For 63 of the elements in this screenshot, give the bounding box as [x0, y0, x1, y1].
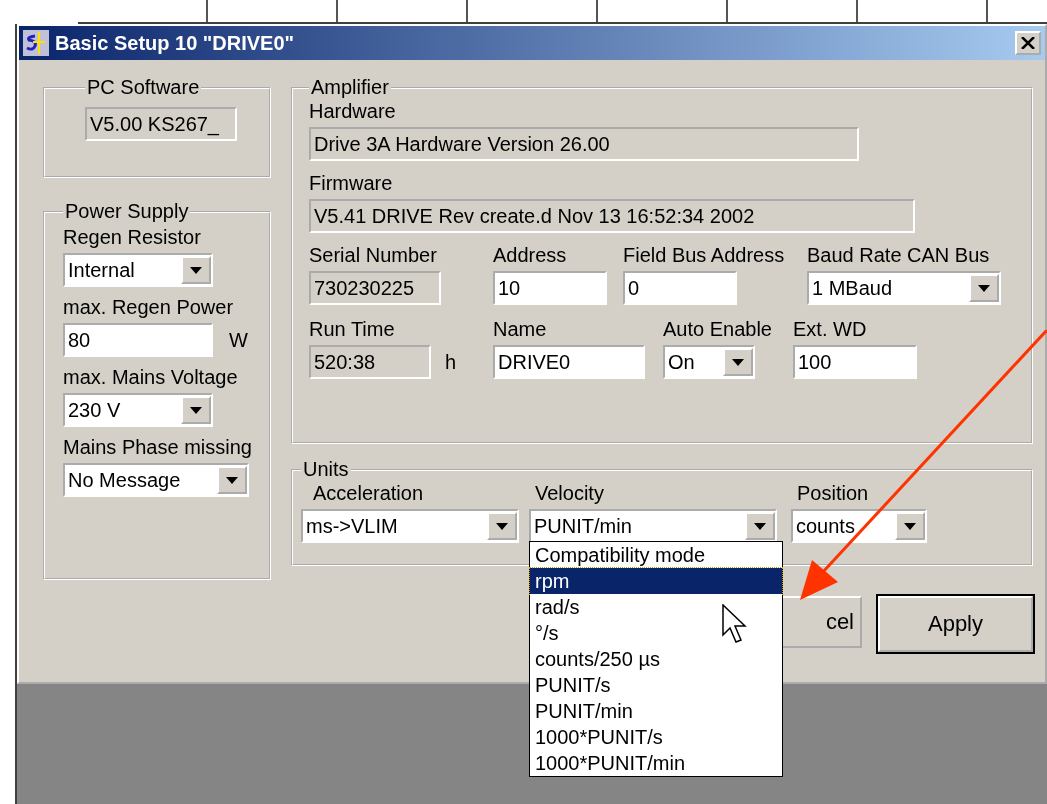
field-label: Regen Resistor [63, 225, 202, 249]
caret-down-icon [904, 522, 916, 530]
app-logo-icon [23, 30, 49, 56]
dropdown-button[interactable] [745, 512, 775, 540]
dropdown[interactable]: ms->VLIM [301, 509, 519, 543]
dropdown[interactable]: counts [791, 509, 927, 543]
close-icon [1021, 37, 1035, 49]
field-label: Run Time [309, 317, 396, 341]
caret-down-icon [190, 406, 202, 414]
field-label: max. Regen Power [63, 295, 235, 319]
field-label: Mains Phase missing [63, 435, 253, 459]
caret-down-icon [732, 358, 744, 366]
apply-button[interactable]: Apply [878, 596, 1033, 652]
input-field[interactable]: DRIVE0 [493, 345, 645, 379]
close-button[interactable] [1015, 31, 1041, 55]
field-label: Hardware [309, 99, 397, 123]
dropdown-button[interactable] [723, 348, 753, 376]
field-label: Auto Enable [663, 317, 773, 341]
caret-down-icon [754, 522, 766, 530]
field-label: Position [796, 481, 870, 505]
group-title: Amplifier [310, 76, 390, 99]
dropdown-button[interactable] [181, 396, 211, 424]
caret-down-icon [226, 476, 238, 484]
field-label: Serial Number [309, 243, 438, 267]
group-title: Units [302, 458, 350, 481]
input-field[interactable]: 10 [493, 271, 607, 305]
caret-down-icon [978, 284, 990, 292]
field-label: Ext. WD [793, 317, 868, 341]
field-label: Velocity [534, 481, 605, 505]
readonly-field: 520:38 [309, 345, 431, 379]
caret-down-icon [190, 266, 202, 274]
window-title: Basic Setup 10 "DRIVE0" [55, 31, 296, 55]
dropdown[interactable]: On [663, 345, 755, 379]
field-label: Name [493, 317, 548, 341]
dropdown-button[interactable] [969, 274, 999, 302]
field-label: Firmware [309, 171, 394, 195]
dropdown-option[interactable]: rpm [530, 568, 782, 594]
field-label: max. Mains Voltage [63, 365, 239, 389]
input-field[interactable]: 0 [623, 271, 737, 305]
field-label: Address [493, 243, 568, 267]
dropdown[interactable]: 1 MBaud [807, 271, 1001, 305]
group-title: Power Supply [64, 200, 190, 223]
dropdown[interactable]: Internal [63, 253, 213, 287]
field-label: Baud Rate CAN Bus [807, 243, 991, 267]
dropdown-button[interactable] [217, 466, 247, 494]
dropdown-button[interactable] [895, 512, 925, 540]
dropdown-button[interactable] [181, 256, 211, 284]
readonly-field: Drive 3A Hardware Version 26.00 [309, 127, 859, 161]
input-field[interactable]: 80 [63, 323, 213, 357]
dropdown[interactable]: 230 V [63, 393, 213, 427]
readonly-field: V5.41 DRIVE Rev create.d Nov 13 16:52:34 2002 [309, 199, 915, 233]
readonly-field: V5.00 KS267_ [85, 107, 237, 141]
dropdown-button[interactable] [487, 512, 517, 540]
mouse-cursor-icon [722, 604, 748, 644]
readonly-field: 730230225 [309, 271, 441, 305]
group-title: PC Software [86, 76, 201, 99]
caret-down-icon [496, 522, 508, 530]
dropdown[interactable]: No Message [63, 463, 249, 497]
field-label: Field Bus Address [623, 243, 786, 267]
field-label: Acceleration [312, 481, 425, 505]
unit-label: W [229, 328, 248, 352]
unit-label: h [445, 350, 457, 374]
input-field[interactable]: 100 [793, 345, 917, 379]
